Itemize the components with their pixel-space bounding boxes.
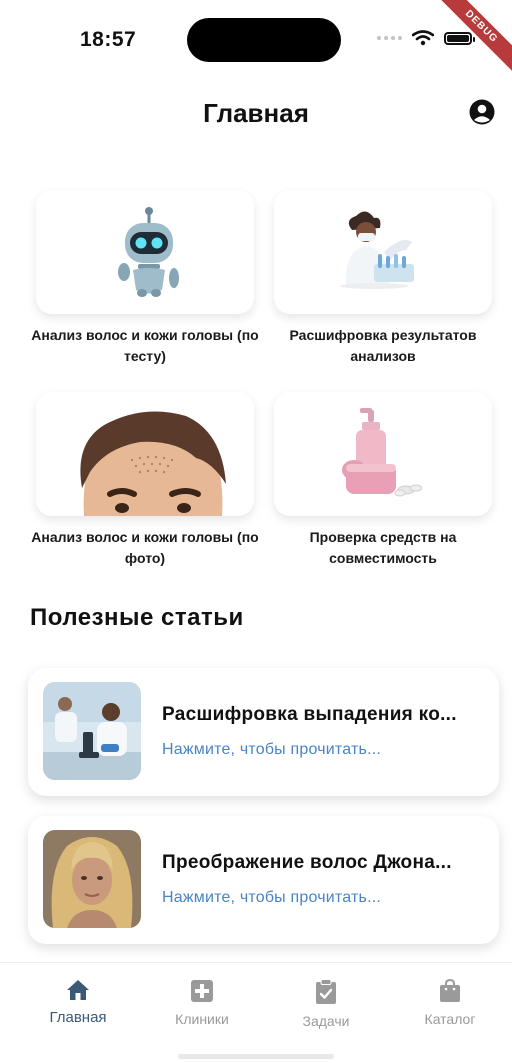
shopping-bag-icon xyxy=(440,979,460,1002)
dynamic-island xyxy=(187,18,341,62)
profile-icon[interactable] xyxy=(469,99,495,125)
service-card-photo-analysis[interactable] xyxy=(36,392,254,516)
article-card[interactable]: Расшифровка выпадения ко... Нажмите, что… xyxy=(28,668,499,796)
cellular-signal-icon xyxy=(377,36,402,40)
clipboard-check-icon xyxy=(316,979,336,1004)
nav-label-catalog: Каталог xyxy=(424,1011,476,1027)
article-read-link[interactable]: Нажмите, чтобы прочитать... xyxy=(162,889,381,907)
status-indicators xyxy=(377,30,475,46)
medical-cross-icon xyxy=(191,980,213,1002)
service-card-results-decoding[interactable] xyxy=(274,190,492,314)
robot-icon xyxy=(118,207,179,297)
nav-item-tasks[interactable]: Задачи xyxy=(266,979,386,1029)
nav-item-catalog[interactable]: Каталог xyxy=(390,979,510,1027)
service-label-results-decoding: Расшифровка результатов анализов xyxy=(289,327,477,364)
service-label-test-analysis: Анализ волос и кожи головы (по тесту) xyxy=(31,327,259,364)
nav-item-home[interactable]: Главная xyxy=(18,979,138,1026)
home-indicator xyxy=(178,1054,334,1059)
articles-section-title: Полезные статьи xyxy=(30,604,244,631)
head-photo-icon xyxy=(80,411,227,516)
article-title: Расшифровка выпадения ко... xyxy=(162,704,457,725)
service-label-compatibility-check: Проверка средств на совместимость xyxy=(309,529,457,566)
bottom-navigation: Главная Клиники Задачи Каталог xyxy=(0,962,512,1063)
doctor-icon xyxy=(340,211,414,289)
status-time: 18:57 xyxy=(80,28,137,51)
page-title: Главная xyxy=(203,98,309,128)
article-read-link[interactable]: Нажмите, чтобы прочитать... xyxy=(162,741,381,759)
nav-label-clinics: Клиники xyxy=(175,1011,229,1027)
nav-item-clinics[interactable]: Клиники xyxy=(142,979,262,1027)
nav-label-tasks: Задачи xyxy=(302,1013,350,1029)
lab-image-icon xyxy=(43,682,141,780)
service-card-compatibility-check[interactable] xyxy=(274,392,492,516)
cosmetics-icon xyxy=(342,408,423,497)
portrait-image-icon xyxy=(43,830,141,928)
article-thumbnail xyxy=(43,682,141,780)
wifi-icon xyxy=(412,30,434,46)
service-label-photo-analysis: Анализ волос и кожи головы (по фото) xyxy=(31,529,259,566)
article-thumbnail xyxy=(43,830,141,928)
article-card[interactable]: Преображение волос Джона... Нажмите, что… xyxy=(28,816,499,944)
battery-icon xyxy=(444,31,475,45)
nav-label-home: Главная xyxy=(49,1009,107,1026)
home-icon xyxy=(67,980,89,1000)
article-title: Преображение волос Джона... xyxy=(162,852,452,873)
service-card-test-analysis[interactable] xyxy=(36,190,254,314)
